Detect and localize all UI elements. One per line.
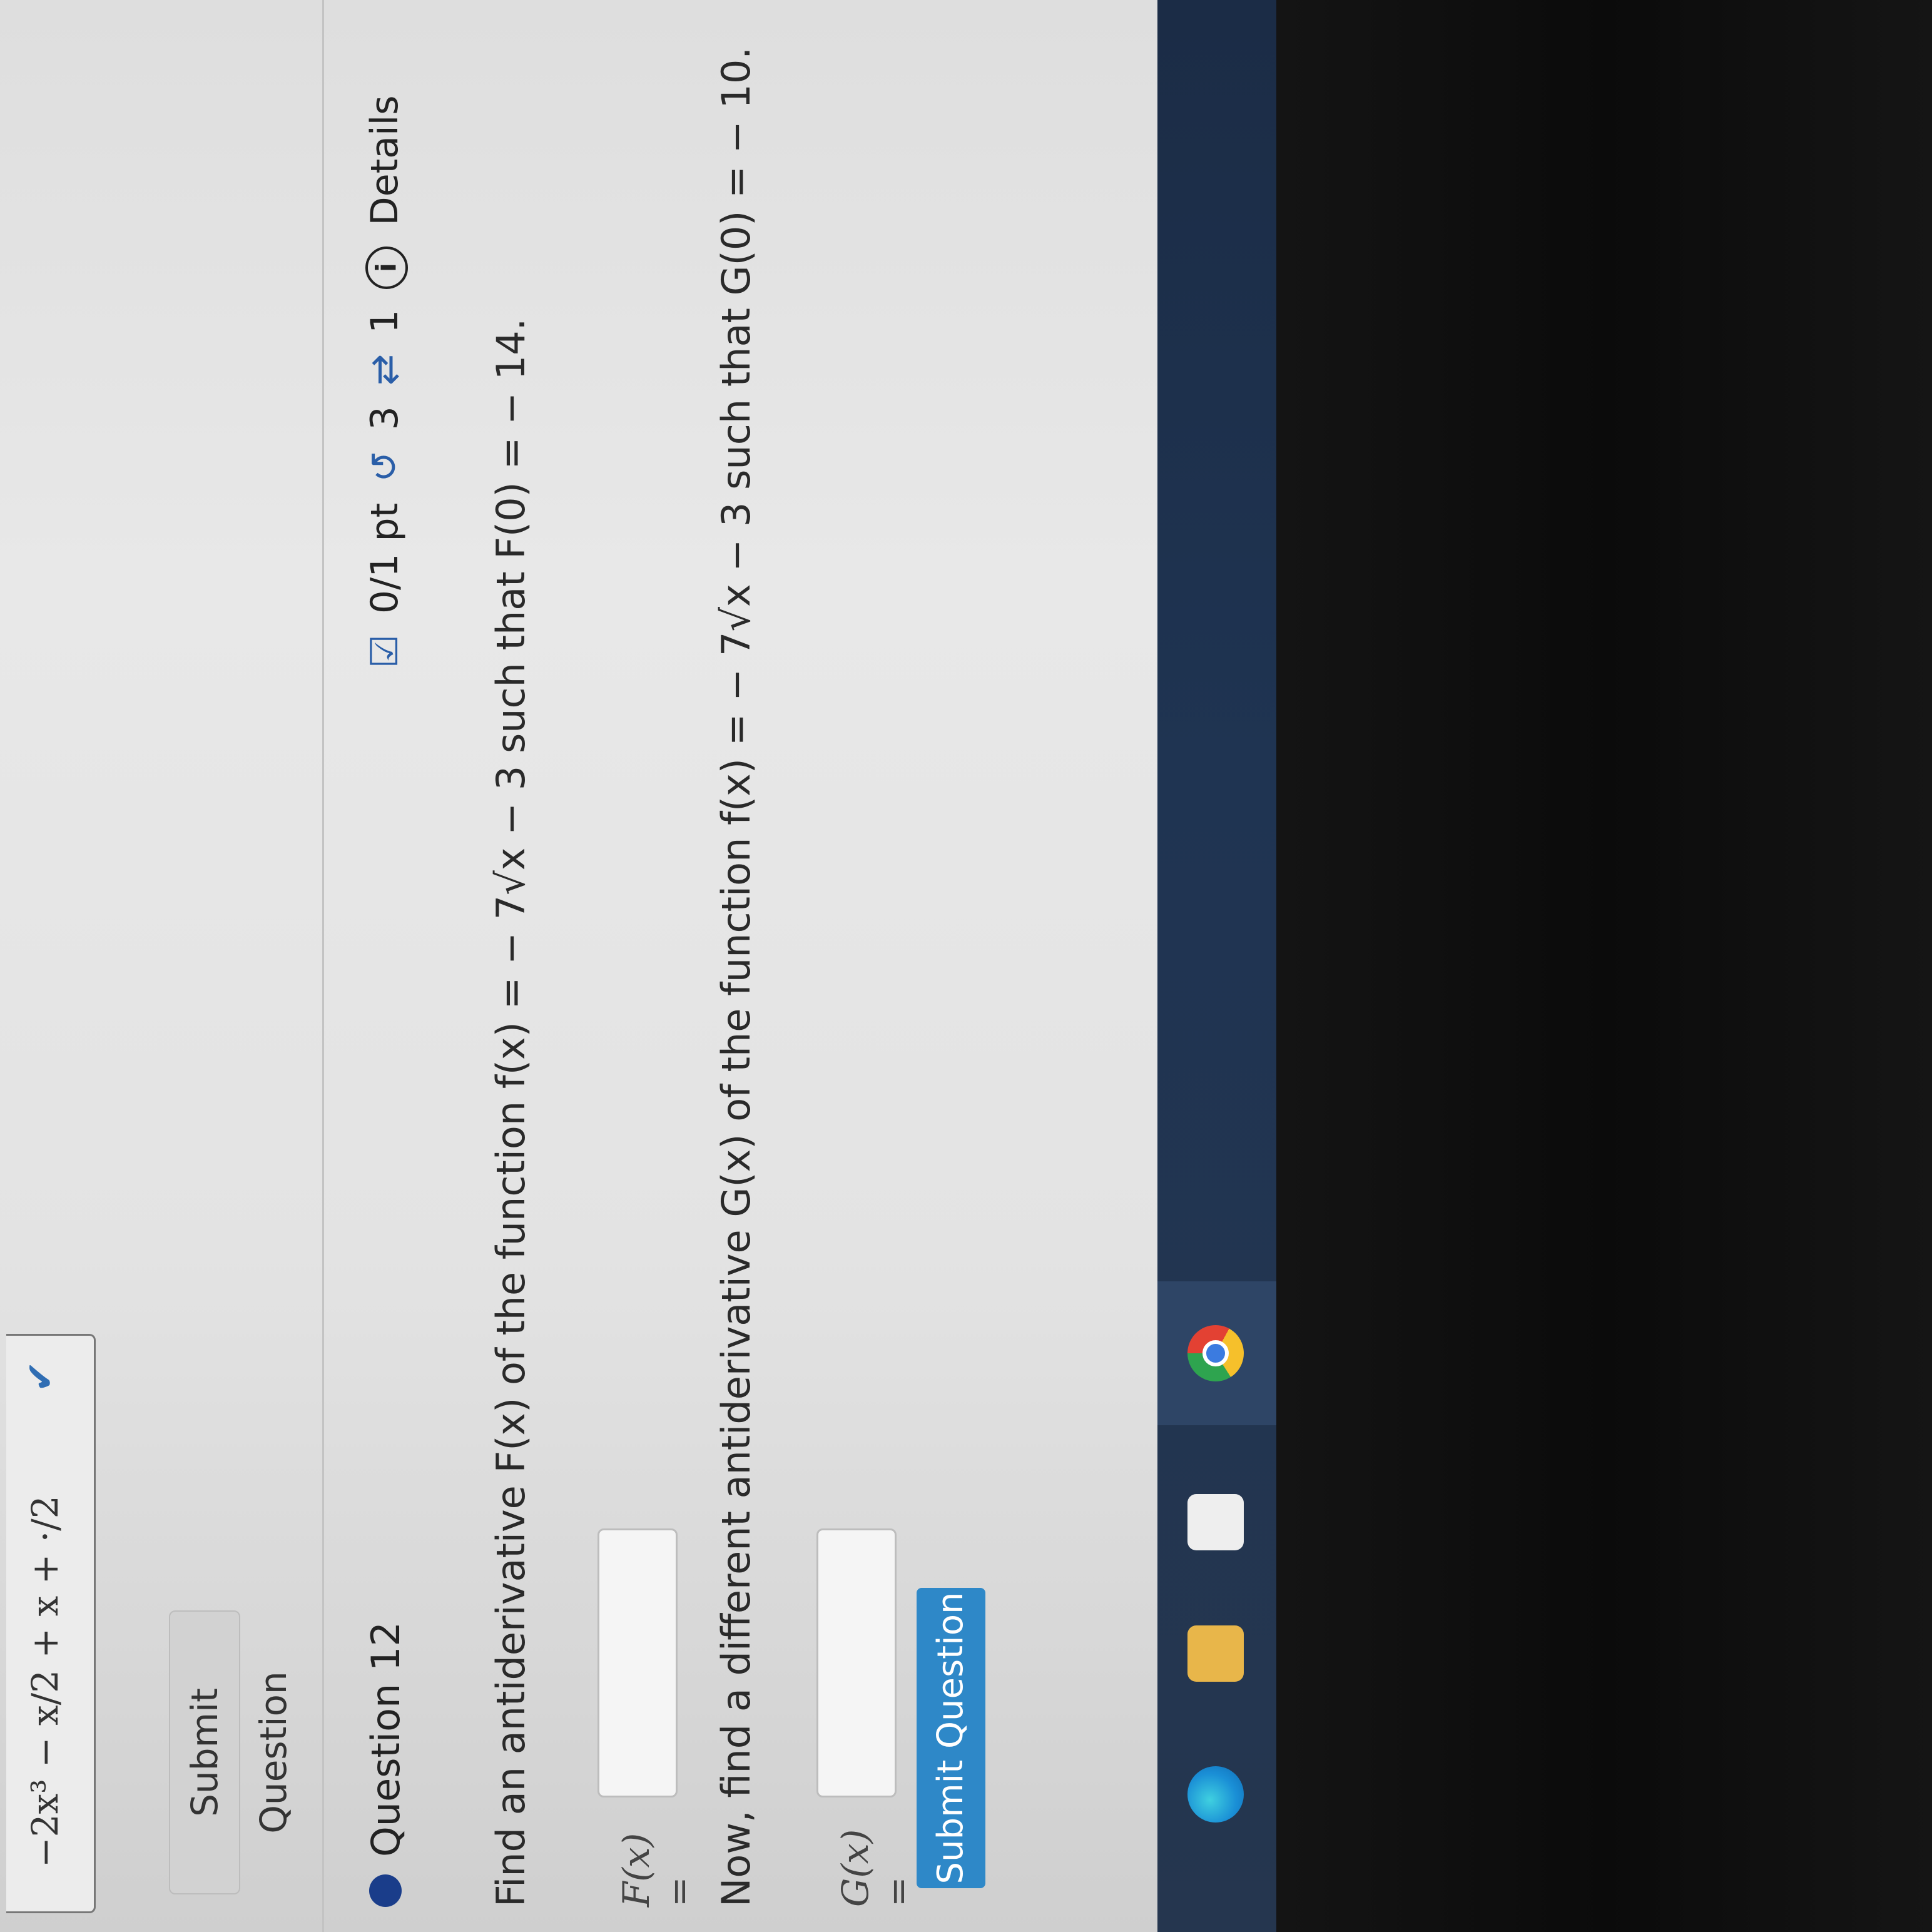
- retry-icon: ⇄: [363, 353, 407, 386]
- store-icon[interactable]: [1187, 1494, 1244, 1550]
- part2-label: G(x) =: [834, 1829, 919, 1907]
- file-explorer-icon[interactable]: [1187, 1625, 1244, 1682]
- previous-answer-field: −2x³ − x/2 + x + ·/2 ✔: [6, 1334, 96, 1913]
- previous-answer-expression: −2x³ − x/2 + x + ·/2: [24, 1495, 66, 1868]
- question-divider: [322, 0, 324, 1932]
- question-meta: ☑ 0/1 pt ↺ 3 ⇄ 1 i Details: [363, 86, 409, 668]
- question-status-dot: [369, 1874, 402, 1907]
- taskbar: [1157, 0, 1276, 1932]
- score-checkbox-icon: ☑: [363, 634, 407, 668]
- edge-icon[interactable]: [1187, 1766, 1244, 1823]
- attempts-icon: ↺: [363, 450, 407, 482]
- part1-prompt: Find an antiderivative F(x) of the funct…: [488, 318, 534, 1907]
- info-icon[interactable]: i: [365, 246, 409, 289]
- question-score: 0/1 pt: [363, 502, 407, 614]
- question-header: Question 12 ☑ 0/1 pt ↺ 3 ⇄ 1 i Details: [350, 0, 425, 1932]
- part1-label: F(x) =: [615, 1833, 700, 1907]
- details-link[interactable]: Details: [363, 95, 407, 225]
- photo-stage: −2x³ − x/2 + x + ·/2 ✔ Submit Question Q…: [0, 0, 1932, 1932]
- chrome-icon[interactable]: [1187, 1325, 1244, 1381]
- part2-prompt: Now, find a different antiderivative G(x…: [713, 47, 759, 1907]
- previous-submit-button[interactable]: Submit Question: [169, 1610, 295, 1894]
- question-attempts: 3: [363, 406, 407, 430]
- part1-answer-input[interactable]: [597, 1528, 678, 1797]
- question-retries: 1: [363, 309, 407, 333]
- check-icon: ✔: [19, 1361, 63, 1393]
- part2-answer-input[interactable]: [816, 1528, 897, 1797]
- browser-viewport: −2x³ − x/2 + x + ·/2 ✔ Submit Question Q…: [0, 0, 1157, 1932]
- question-title: Question 12: [363, 1622, 409, 1857]
- monitor-bezel: [1276, 0, 1932, 1932]
- submit-question-button[interactable]: Submit Question: [917, 1588, 985, 1888]
